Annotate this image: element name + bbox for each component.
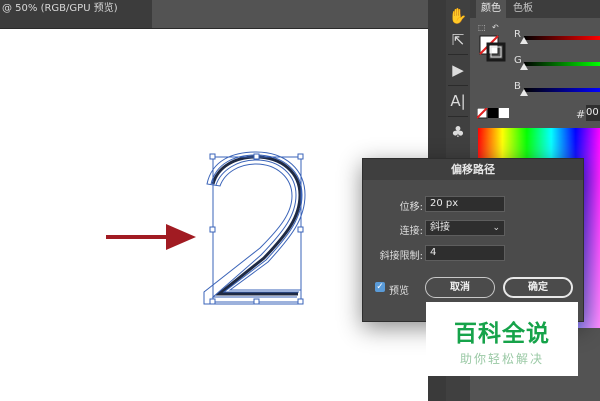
tab-color[interactable]: 颜色 <box>476 0 506 18</box>
miter-limit-input[interactable]: 4 <box>425 245 505 261</box>
watermark-title: 百科全说 <box>454 321 550 347</box>
hex-symbol: # <box>576 108 586 121</box>
watermark-subtitle: 助你轻松解决 <box>459 352 544 366</box>
club-icon[interactable]: ♣ <box>448 120 468 144</box>
divider <box>448 85 468 86</box>
blue-slider-track[interactable] <box>524 88 600 92</box>
join-select-value: 斜接 <box>430 222 450 233</box>
document-tab-strip: @ 50% (RGB/GPU 预览) <box>0 0 428 29</box>
green-slider-knob[interactable] <box>520 63 528 70</box>
document-tab[interactable]: @ 50% (RGB/GPU 预览) <box>0 0 152 28</box>
divider <box>448 116 468 117</box>
red-slider-track[interactable] <box>524 36 600 40</box>
red-slider[interactable]: R <box>470 28 600 44</box>
green-slider[interactable]: G <box>470 54 600 70</box>
miter-limit-label: 斜接限制: <box>379 251 423 262</box>
preview-checkbox[interactable]: ✓ <box>375 282 385 292</box>
play-icon[interactable]: ▶ <box>448 58 468 82</box>
document-tab-title: @ 50% (RGB/GPU 预览) <box>2 3 118 14</box>
blue-slider[interactable]: B <box>470 80 600 96</box>
red-arrow <box>106 224 196 250</box>
dialog-title: 偏移路径 <box>363 159 583 180</box>
tab-swatches[interactable]: 色板 <box>508 0 538 18</box>
offset-path-dialog: 偏移路径 位移: 20 px 连接: 斜接 ⌄ 斜接限制: 4 ✓ 预览 取消 … <box>362 158 584 322</box>
hex-input[interactable]: 00 <box>586 105 600 121</box>
puppet-warp-icon[interactable]: ✋ <box>448 4 468 28</box>
ok-button[interactable]: 确定 <box>503 277 573 298</box>
chevron-down-icon: ⌄ <box>492 223 500 233</box>
cancel-button[interactable]: 取消 <box>425 277 495 298</box>
red-slider-knob[interactable] <box>520 37 528 44</box>
export-icon[interactable]: ⇱ <box>448 28 468 52</box>
offset-path-glyph[interactable] <box>203 151 306 305</box>
blue-slider-knob[interactable] <box>520 89 528 96</box>
none-black-white-swatches[interactable] <box>477 108 511 120</box>
divider <box>448 54 468 55</box>
type-icon[interactable]: A| <box>448 89 468 113</box>
green-slider-track[interactable] <box>524 62 600 66</box>
watermark-logo: 百科全说 助你轻松解决 <box>426 302 578 376</box>
offset-input[interactable]: 20 px <box>425 196 505 212</box>
preview-label: 预览 <box>389 286 409 297</box>
join-select[interactable]: 斜接 ⌄ <box>425 220 505 236</box>
join-label: 连接: <box>399 226 423 237</box>
offset-label: 位移: <box>399 202 423 213</box>
color-panel-tabs: 颜色 色板 <box>470 0 600 18</box>
